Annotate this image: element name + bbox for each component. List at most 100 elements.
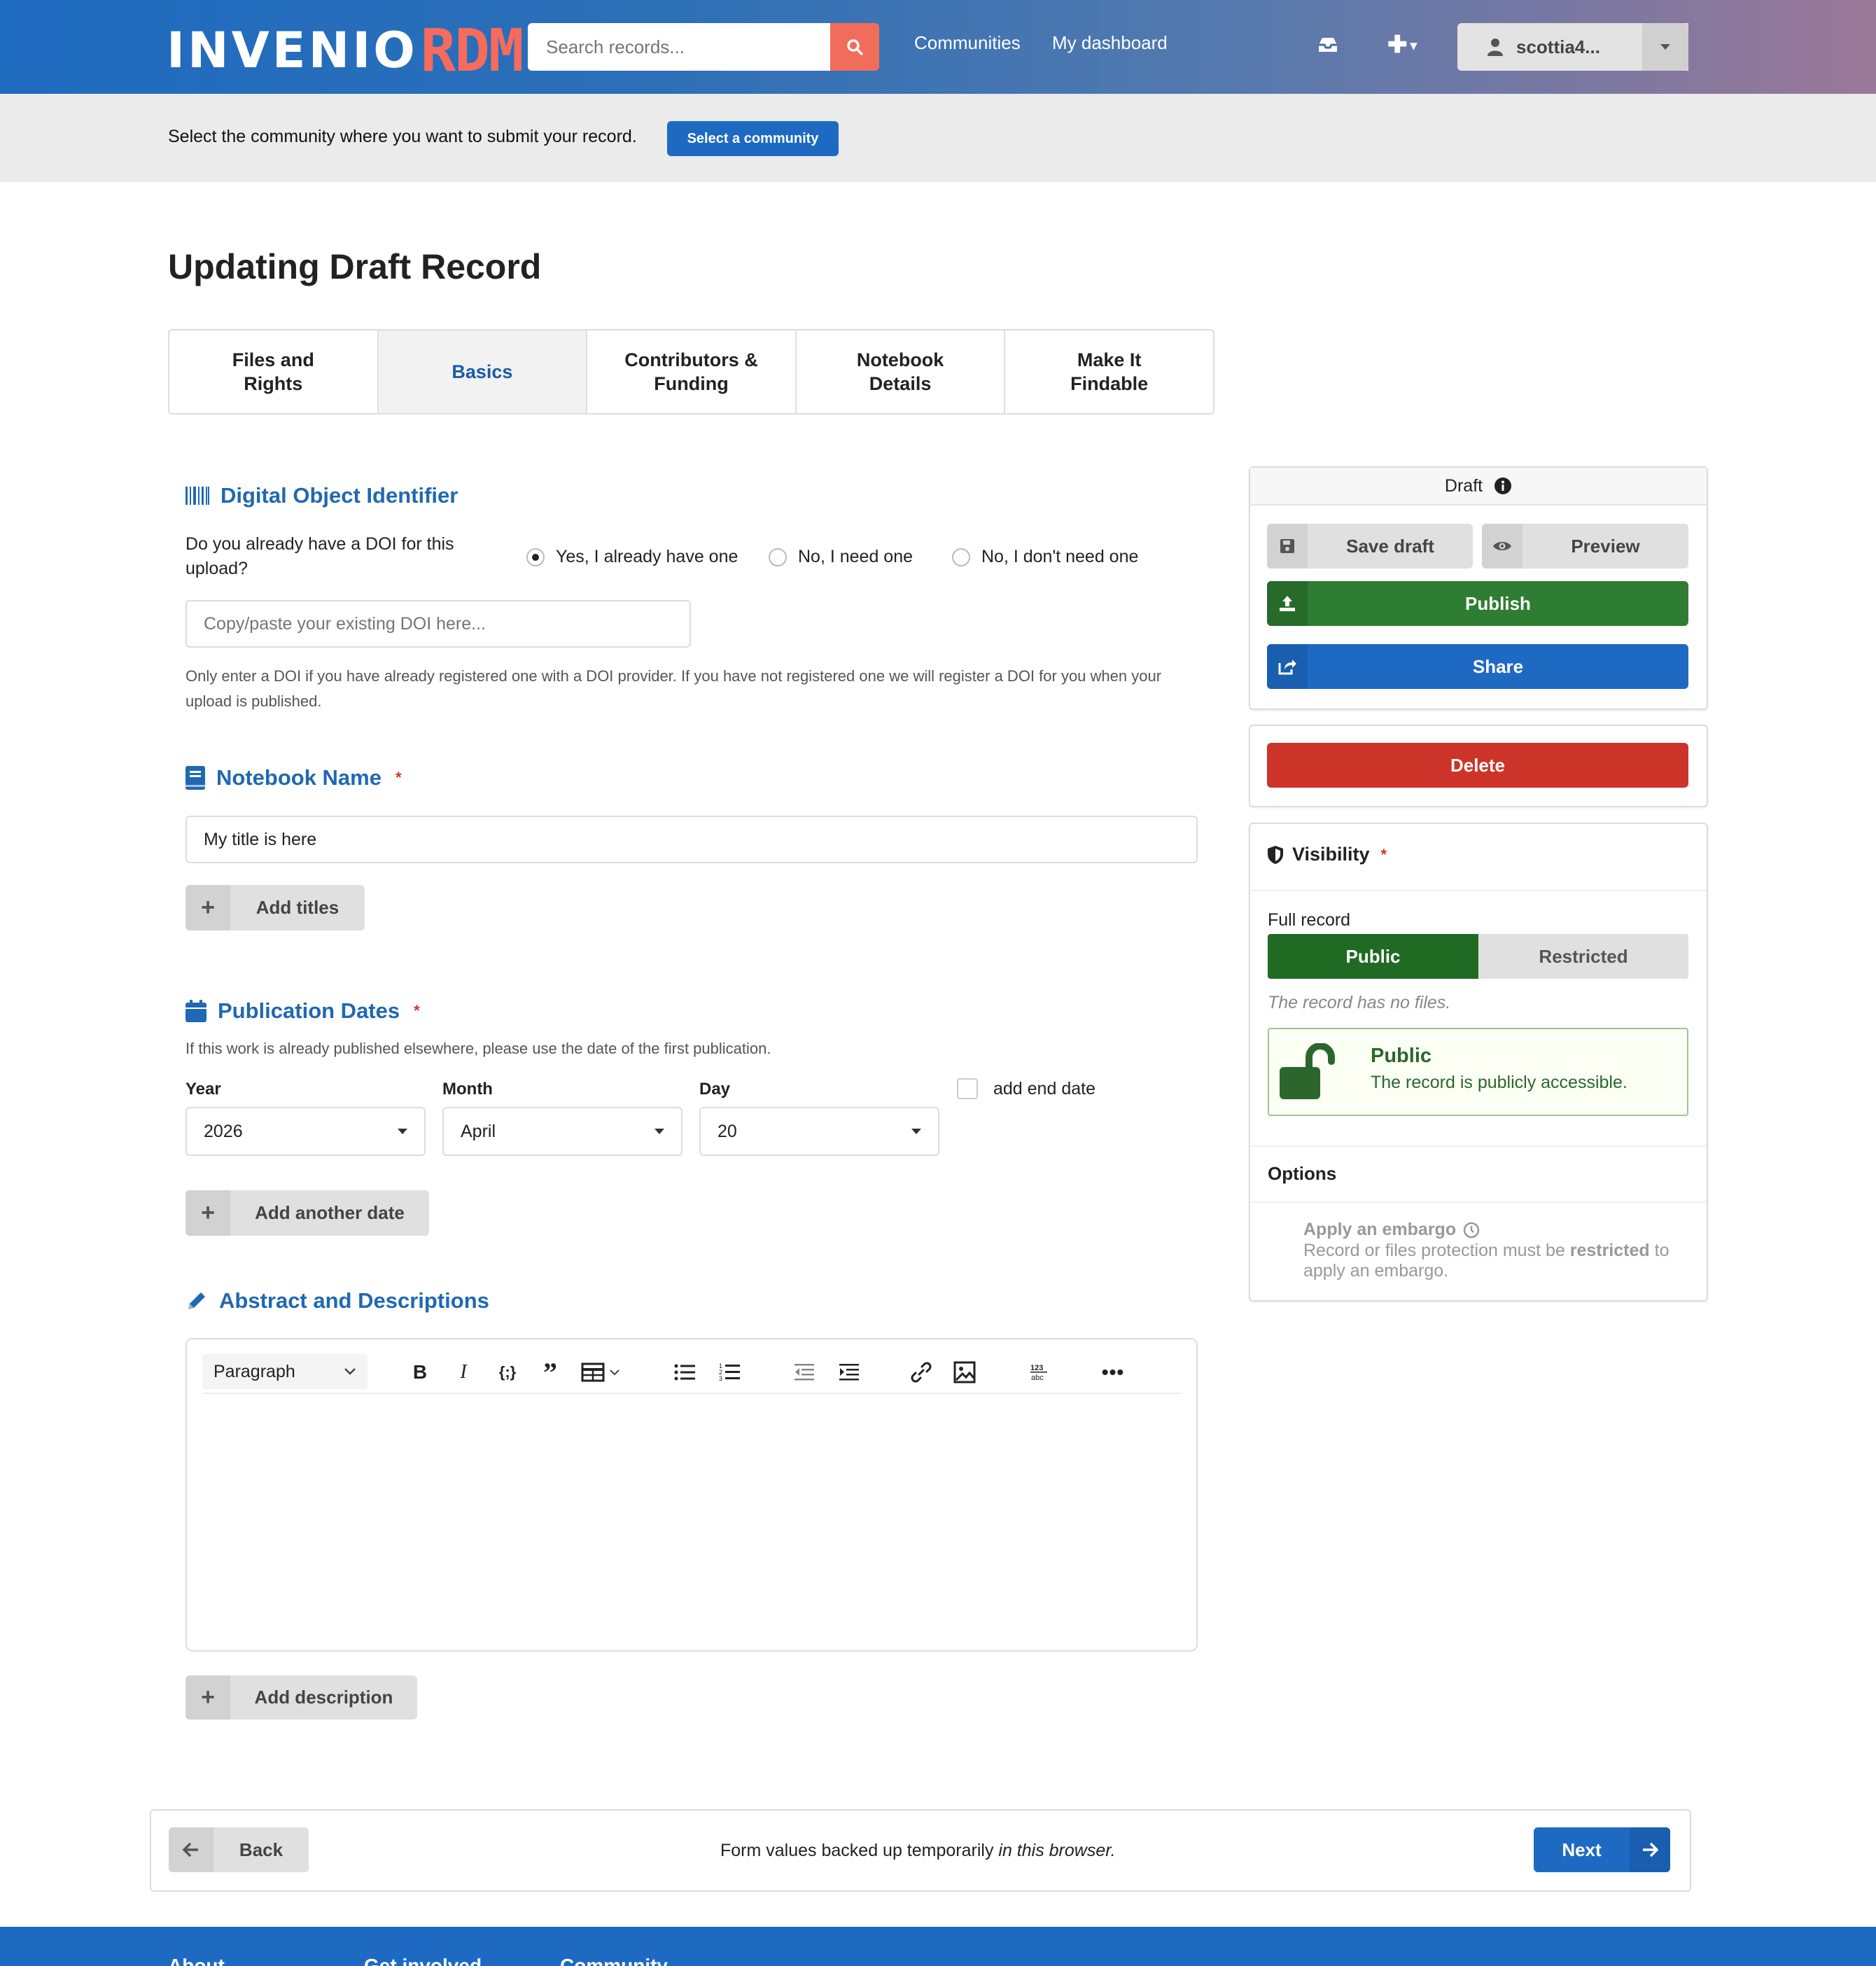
next-button[interactable]: Next	[1534, 1827, 1670, 1872]
preview-button[interactable]: Preview	[1482, 524, 1688, 569]
required-marker: *	[414, 1002, 420, 1019]
image-icon[interactable]	[952, 1358, 977, 1386]
nav-my-dashboard[interactable]: My dashboard	[1052, 32, 1168, 54]
indent-icon[interactable]	[836, 1358, 861, 1386]
plus-icon: +	[186, 885, 230, 930]
backup-note: Form values backed up temporarily in thi…	[720, 1841, 1116, 1860]
inbox-icon[interactable]	[1316, 35, 1340, 60]
svg-text:3: 3	[719, 1375, 722, 1382]
page-footer: About Get involved Community	[0, 1927, 1876, 1966]
barcode-icon	[186, 487, 209, 505]
search-button[interactable]	[830, 23, 879, 71]
notebook-name-input[interactable]: My title is here	[186, 816, 1198, 863]
wizard-steps: Files and Rights Basics Contributors & F…	[168, 329, 1214, 414]
add-titles-button[interactable]: + Add titles	[186, 885, 365, 930]
footer-link-get-involved[interactable]: Get involved	[364, 1955, 482, 1966]
doi-option-yes[interactable]: Yes, I already have one	[526, 547, 738, 567]
step-notebook-details[interactable]: Notebook Details	[797, 330, 1006, 413]
radio-unselected	[952, 548, 970, 566]
publication-dates-heading: Publication Dates *	[186, 998, 420, 1024]
user-menu-dropdown[interactable]	[1642, 23, 1688, 71]
new-item-menu[interactable]: ✚▼	[1387, 31, 1420, 59]
full-record-label: Full record	[1268, 910, 1351, 930]
more-options-icon[interactable]: •••	[1099, 1358, 1127, 1386]
year-label: Year	[186, 1080, 221, 1099]
abstract-heading: Abstract and Descriptions	[186, 1288, 489, 1313]
block-format-dropdown[interactable]: Paragraph	[202, 1354, 368, 1389]
checkbox	[957, 1078, 978, 1099]
add-end-date-checkbox[interactable]: add end date	[957, 1078, 1096, 1099]
month-select[interactable]: April	[442, 1107, 682, 1156]
step-contributors-funding[interactable]: Contributors & Funding	[587, 330, 797, 413]
add-another-date-button[interactable]: + Add another date	[186, 1190, 429, 1236]
embargo-description: Record or files protection must be restr…	[1303, 1241, 1670, 1281]
radio-selected	[526, 548, 545, 566]
user-name: scottia4...	[1516, 36, 1600, 57]
doi-question: Do you already have a DOI for this uploa…	[186, 534, 454, 578]
blockquote-icon[interactable]: ”	[538, 1357, 563, 1388]
required-marker: *	[395, 769, 402, 786]
notebook-name-heading: Notebook Name *	[186, 765, 402, 790]
back-button[interactable]: Back	[169, 1827, 309, 1872]
doi-option-need[interactable]: No, I need one	[769, 547, 913, 567]
footer-link-about[interactable]: About	[168, 1955, 225, 1966]
save-draft-button[interactable]: Save draft	[1267, 524, 1473, 569]
footer-link-community[interactable]: Community	[560, 1955, 668, 1966]
plus-icon: +	[186, 1675, 230, 1720]
select-community-button[interactable]: Select a community	[667, 121, 839, 156]
plus-icon: ✚	[1387, 32, 1408, 58]
step-make-it-findable[interactable]: Make It Findable	[1005, 330, 1213, 413]
no-files-note: The record has no files.	[1268, 993, 1451, 1012]
invenio-rdm-logo[interactable]: INVENIO RDM	[167, 15, 524, 85]
restricted-toggle[interactable]: Restricted	[1478, 934, 1688, 979]
logo-main-text: INVENIO	[167, 22, 418, 79]
add-description-button[interactable]: + Add description	[186, 1675, 417, 1720]
step-basics[interactable]: Basics	[378, 330, 588, 413]
doi-input[interactable]	[186, 600, 691, 648]
italic-icon[interactable]: I	[451, 1358, 476, 1386]
plus-icon: +	[186, 1190, 230, 1236]
info-icon[interactable]	[1494, 477, 1512, 495]
doi-option-dont-need[interactable]: No, I don't need one	[952, 547, 1138, 567]
book-icon	[186, 766, 205, 790]
bulleted-list-icon[interactable]	[672, 1358, 697, 1386]
eye-icon	[1482, 524, 1522, 569]
visibility-heading: Visibility *	[1267, 844, 1387, 865]
required-marker: *	[1380, 845, 1387, 863]
unlock-icon	[1278, 1043, 1343, 1104]
publish-button[interactable]: Publish	[1267, 581, 1688, 626]
step-files-and-rights[interactable]: Files and Rights	[169, 330, 379, 413]
divider	[1250, 1145, 1707, 1147]
svg-text:123: 123	[1030, 1364, 1043, 1372]
day-select[interactable]: 20	[699, 1107, 939, 1156]
month-label: Month	[442, 1080, 493, 1099]
delete-button[interactable]: Delete	[1267, 743, 1688, 788]
caret-down-icon	[654, 1129, 664, 1134]
pencil-icon	[188, 1292, 205, 1309]
arrow-right-icon	[1630, 1827, 1670, 1872]
svg-text:abc: abc	[1031, 1374, 1044, 1382]
doi-help-text: Only enter a DOI if you have already reg…	[186, 667, 1162, 710]
bold-icon[interactable]: B	[407, 1358, 433, 1386]
share-button[interactable]: Share	[1267, 644, 1688, 689]
arrow-left-icon	[169, 1827, 214, 1872]
public-toggle[interactable]: Public	[1268, 934, 1478, 979]
search-icon	[847, 39, 863, 55]
special-characters-icon[interactable]: 123 abc	[1026, 1358, 1051, 1386]
radio-unselected	[769, 548, 787, 566]
year-select[interactable]: 2026	[186, 1107, 426, 1156]
code-icon[interactable]: {;}	[493, 1358, 522, 1386]
clock-icon	[1463, 1222, 1480, 1238]
divider	[1250, 1201, 1707, 1203]
chevron-down-icon: ▼	[1407, 39, 1420, 53]
link-icon[interactable]	[909, 1358, 934, 1386]
numbered-list-icon[interactable]: 123	[717, 1358, 742, 1386]
nav-communities[interactable]: Communities	[914, 32, 1021, 54]
table-icon[interactable]	[580, 1358, 626, 1386]
outdent-icon[interactable]	[791, 1358, 816, 1386]
publication-dates-help: If this work is already published elsewh…	[186, 1040, 771, 1057]
search-input[interactable]	[528, 23, 830, 71]
divider	[1250, 890, 1707, 891]
options-heading: Options	[1268, 1163, 1337, 1184]
caret-down-icon	[911, 1129, 921, 1134]
